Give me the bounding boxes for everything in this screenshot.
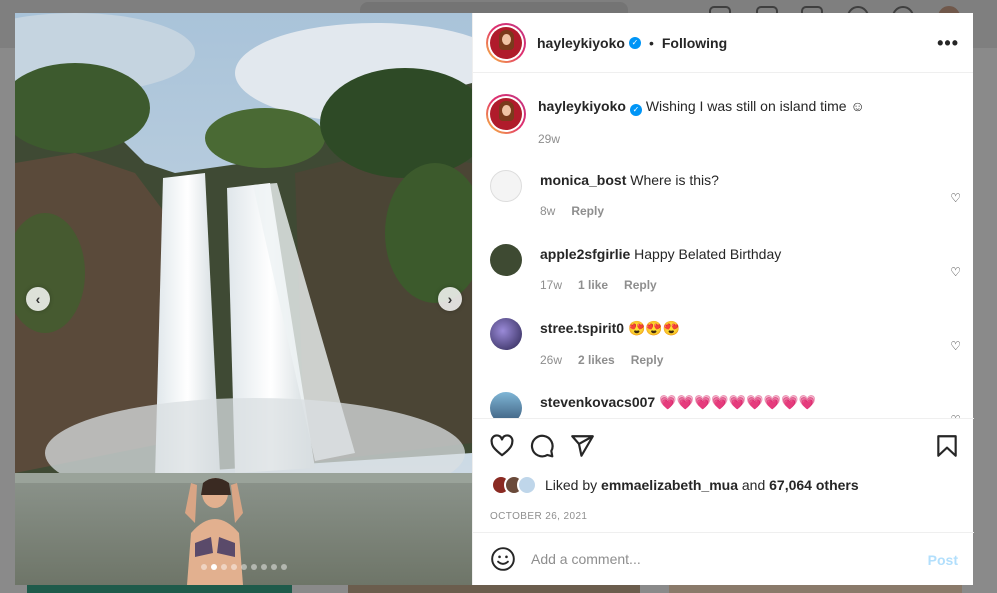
post-header: hayleykiyoko ✓ • Following ••• xyxy=(473,13,973,73)
post-media: ‹ › xyxy=(15,13,472,585)
carousel-dot xyxy=(221,564,227,570)
comment-username[interactable]: apple2sfgirlie xyxy=(540,246,630,262)
add-comment-bar: Add a comment... Post xyxy=(473,532,974,585)
carousel-dot xyxy=(201,564,207,570)
commenter-avatar[interactable] xyxy=(490,244,522,276)
caption-text: hayleykiyoko ✓ Wishing I was still on isl… xyxy=(538,98,865,116)
share-icon[interactable] xyxy=(569,433,595,459)
author-avatar[interactable] xyxy=(486,22,526,63)
carousel-dot xyxy=(231,564,237,570)
comment-username[interactable]: monica_bost xyxy=(540,172,626,188)
chevron-right-icon: › xyxy=(447,291,453,307)
post-actions: Liked by emmaelizabeth_mua and 67,064 ot… xyxy=(473,418,974,532)
comment-username[interactable]: stevenkovacs007 xyxy=(540,394,655,410)
carousel-dot xyxy=(251,564,257,570)
comment-text: 💗💗💗💗💗💗💗💗💗 xyxy=(659,394,816,410)
reply-button[interactable]: Reply xyxy=(631,353,664,367)
commenter-avatar[interactable] xyxy=(490,170,522,202)
post-details-panel: hayleykiyoko ✓ • Following ••• hayleykiy… xyxy=(472,13,974,585)
verified-badge-icon: ✓ xyxy=(629,104,642,116)
liker-avatar xyxy=(517,475,537,495)
liked-by-prefix: Liked by xyxy=(545,477,598,493)
comment-like-count[interactable]: 1 like xyxy=(578,278,608,292)
liked-by-and: and xyxy=(741,477,766,493)
comment-username[interactable]: stree.tspirit0 xyxy=(540,320,624,336)
carousel-dot xyxy=(211,564,217,570)
commenter-avatar[interactable] xyxy=(490,318,522,350)
post-date: OCTOBER 26, 2021 xyxy=(490,511,588,522)
reply-button[interactable]: Reply xyxy=(571,204,604,218)
comment-age: 8w xyxy=(540,204,556,218)
comment-item: stree.tspirit0 😍😍😍 26w 2 likes Reply xyxy=(490,318,680,367)
more-options-icon[interactable]: ••• xyxy=(937,33,959,54)
caption: hayleykiyoko ✓ Wishing I was still on isl… xyxy=(486,94,865,146)
next-slide-button[interactable]: › xyxy=(438,287,462,311)
following-button[interactable]: Following xyxy=(662,35,727,51)
verified-badge-icon: ✓ xyxy=(628,36,641,49)
chevron-left-icon: ‹ xyxy=(35,291,41,307)
previous-slide-button[interactable]: ‹ xyxy=(26,287,50,311)
post-comment-button[interactable]: Post xyxy=(928,552,958,568)
comment-like-count[interactable]: 2 likes xyxy=(578,353,615,367)
emoji-icon[interactable] xyxy=(490,546,516,572)
comment-item: stevenkovacs007 💗💗💗💗💗💗💗💗💗 xyxy=(490,392,816,418)
comment-age: 17w xyxy=(540,278,563,292)
carousel-dot xyxy=(241,564,247,570)
comment-text: Where is this? xyxy=(630,172,719,188)
author-username[interactable]: hayleykiyoko xyxy=(537,35,625,51)
comment-like-heart-icon[interactable]: ♡ xyxy=(950,339,961,353)
comment-like-heart-icon[interactable]: ♡ xyxy=(950,191,961,205)
comment-like-heart-icon[interactable]: ♡ xyxy=(950,265,961,279)
comment-text: Happy Belated Birthday xyxy=(634,246,782,262)
liked-by-others[interactable]: 67,064 others xyxy=(769,477,859,493)
caption-age: 29w xyxy=(538,132,561,146)
comment-input[interactable]: Add a comment... xyxy=(531,551,641,567)
heart-icon[interactable] xyxy=(489,433,515,459)
waterfall-photo xyxy=(15,13,472,585)
comment-item: apple2sfgirlie Happy Belated Birthday 17… xyxy=(490,244,781,292)
likes-summary[interactable]: Liked by emmaelizabeth_mua and 67,064 ot… xyxy=(491,475,859,495)
comment-icon[interactable] xyxy=(529,433,555,459)
reply-button[interactable]: Reply xyxy=(624,278,657,292)
comments-list[interactable]: hayleykiyoko ✓ Wishing I was still on isl… xyxy=(473,74,974,418)
comment-text: 😍😍😍 xyxy=(627,320,681,336)
caption-body: Wishing I was still on island time ☺︎ xyxy=(645,98,865,114)
comment-item: monica_bost Where is this? 8w Reply xyxy=(490,170,719,218)
carousel-dot xyxy=(281,564,287,570)
carousel-indicator xyxy=(201,564,287,570)
post-modal: ‹ › hayleykiyoko ✓ • Following ••• hayle… xyxy=(15,13,974,585)
author-avatar[interactable] xyxy=(486,94,526,134)
comment-age: 26w xyxy=(540,353,563,367)
commenter-avatar[interactable] xyxy=(490,392,522,418)
header-separator: • xyxy=(648,34,654,51)
save-icon[interactable] xyxy=(934,433,960,459)
liked-by-user[interactable]: emmaelizabeth_mua xyxy=(601,477,738,493)
carousel-dot xyxy=(261,564,267,570)
caption-username[interactable]: hayleykiyoko xyxy=(538,98,626,114)
carousel-dot xyxy=(271,564,277,570)
